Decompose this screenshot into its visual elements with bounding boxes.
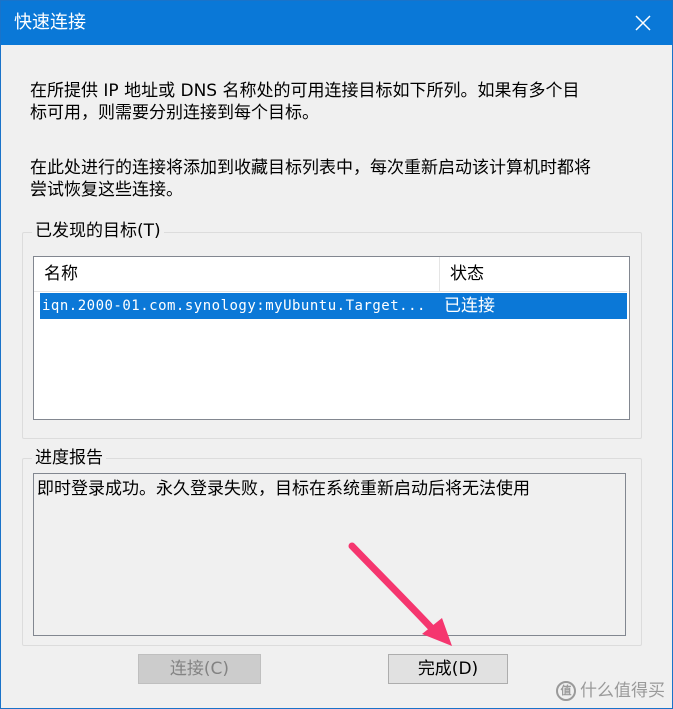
done-button[interactable]: 完成(D) (388, 654, 508, 684)
close-button[interactable] (614, 1, 672, 45)
annotation-arrow-icon (348, 542, 452, 646)
title-bar: 快速连接 (1, 1, 672, 45)
progress-report-label: 进度报告 (32, 447, 106, 469)
target-status: 已连接 (444, 296, 495, 316)
column-header-status[interactable]: 状态 (450, 257, 484, 291)
column-divider[interactable] (439, 257, 440, 291)
progress-report-text: 即时登录成功。永久登录失败，目标在系统重新启动后将无法使用 (37, 479, 530, 499)
target-row[interactable]: iqn.2000-01.com.synology:myUbuntu.Target… (40, 293, 627, 319)
targets-list[interactable]: 名称 状态 iqn.2000-01.com.synology:myUbuntu.… (33, 256, 630, 420)
target-name: iqn.2000-01.com.synology:myUbuntu.Target… (42, 298, 426, 314)
column-header-name[interactable]: 名称 (44, 257, 78, 291)
discovered-targets-label: 已发现的目标(T) (32, 220, 164, 242)
close-icon (635, 15, 651, 31)
window-title: 快速连接 (14, 12, 86, 33)
watermark-text: 什么值得买 (580, 681, 665, 701)
description-favorites: 在此处进行的连接将添加到收藏目标列表中，每次重新启动该计算机时都将 尝试恢复这些… (30, 158, 591, 200)
connect-button[interactable]: 连接(C) (138, 654, 261, 684)
watermark: 值 什么值得买 (556, 680, 665, 702)
description-available-targets: 在所提供 IP 地址或 DNS 名称处的可用连接目标如下所列。如果有多个目 标可… (30, 81, 580, 123)
watermark-logo-icon: 值 (556, 681, 576, 701)
list-header: 名称 状态 (34, 257, 627, 292)
